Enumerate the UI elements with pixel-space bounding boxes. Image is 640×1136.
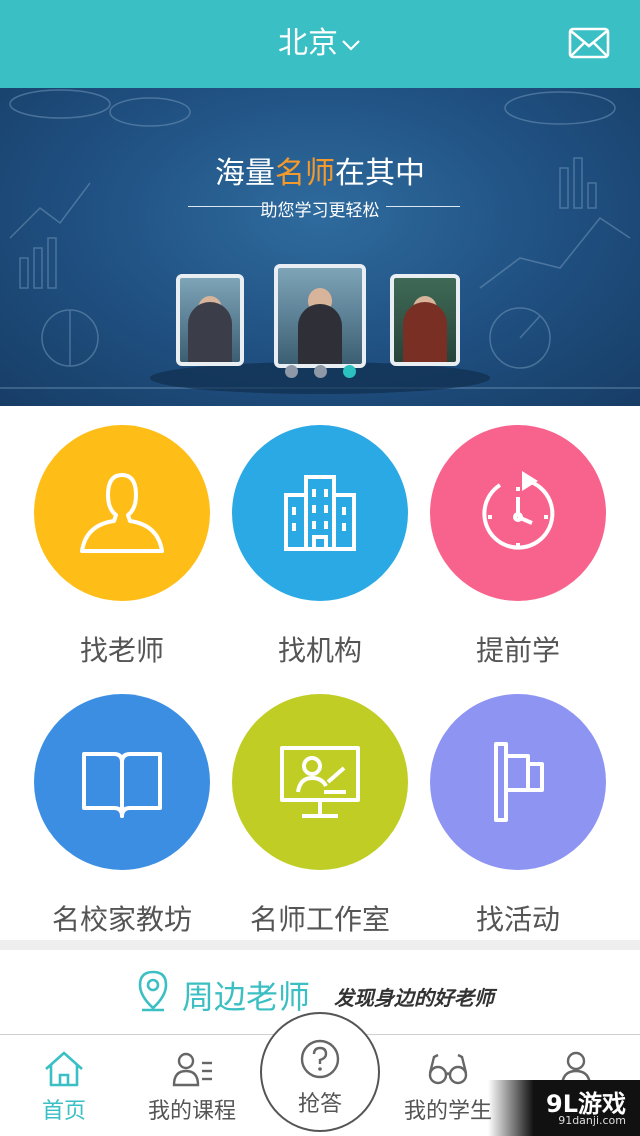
site-watermark: 9L游戏 91danji.com (488, 1080, 640, 1136)
grid-find-teacher[interactable]: 找老师 (23, 425, 221, 669)
teacher-photo-1 (176, 274, 244, 366)
carousel-dot[interactable] (313, 365, 327, 378)
quick-answer-button[interactable]: 抢答 (260, 1012, 380, 1132)
grid-label: 名师工作室 (249, 903, 390, 936)
building-icon (284, 475, 356, 551)
grid-label: 名校家教坊 (51, 903, 192, 936)
banner-title: 海量名师在其中 (0, 148, 640, 192)
banner-rule-right (386, 206, 460, 207)
teacher-photo-3 (390, 274, 460, 366)
carousel-dot[interactable] (284, 365, 298, 378)
chevron-down-icon (342, 39, 360, 51)
tab-home[interactable]: 首页 (0, 1049, 128, 1125)
grid-label: 找活动 (475, 903, 560, 936)
grid-circle (232, 694, 408, 870)
quick-answer-label: 抢答 (297, 1092, 342, 1117)
location-pin-icon (138, 970, 168, 1012)
grid-circle (232, 425, 408, 601)
grid-circle (430, 694, 606, 870)
question-icon (300, 1039, 340, 1079)
grid-tutor-workshop[interactable]: 名校家教坊 (23, 694, 221, 938)
carousel-indicator[interactable] (0, 363, 640, 382)
teacher-screen-icon (280, 746, 360, 818)
section-divider (0, 940, 640, 950)
city-selector[interactable]: 北京 (0, 26, 640, 62)
grid-label: 找机构 (277, 634, 362, 667)
promo-banner[interactable]: 海量名师在其中 助您学习更轻松 (0, 88, 640, 406)
book-icon (82, 752, 162, 818)
nearby-title: 周边老师 (182, 978, 311, 1016)
banner-subtitle: 助您学习更轻松 (260, 201, 380, 221)
flag-icon (494, 742, 544, 822)
home-icon (45, 1051, 83, 1087)
nearby-description: 发现身边的好老师 (334, 986, 494, 1010)
grid-circle (34, 425, 210, 601)
banner-title-suffix: 在其中 (335, 156, 425, 191)
grid-circle (430, 425, 606, 601)
grid-circle (34, 694, 210, 870)
stopwatch-icon (482, 471, 555, 550)
tab-label: 首页 (41, 1099, 86, 1124)
tab-my-courses[interactable]: 我的课程 (128, 1049, 256, 1125)
glasses-icon (428, 1053, 468, 1085)
watermark-url: 91danji.com (558, 1114, 626, 1127)
grid-teacher-studio[interactable]: 名师工作室 (221, 694, 419, 938)
grid-find-institution[interactable]: 找机构 (221, 425, 419, 669)
grid-find-activity[interactable]: 找活动 (419, 694, 617, 938)
top-bar: 北京 (0, 0, 640, 88)
city-name: 北京 (278, 26, 338, 61)
banner-title-highlight: 名师 (275, 156, 335, 191)
carousel-dot-active[interactable] (342, 365, 356, 378)
person-icon (80, 473, 164, 553)
tab-label: 我的课程 (147, 1099, 236, 1124)
grid-label: 提前学 (475, 634, 560, 667)
mail-icon[interactable] (568, 26, 610, 60)
banner-title-prefix: 海量 (215, 156, 275, 191)
grid-learn-ahead[interactable]: 提前学 (419, 425, 617, 669)
course-list-icon (172, 1052, 212, 1087)
grid-label: 找老师 (79, 634, 164, 667)
teacher-photo-2 (274, 264, 366, 368)
